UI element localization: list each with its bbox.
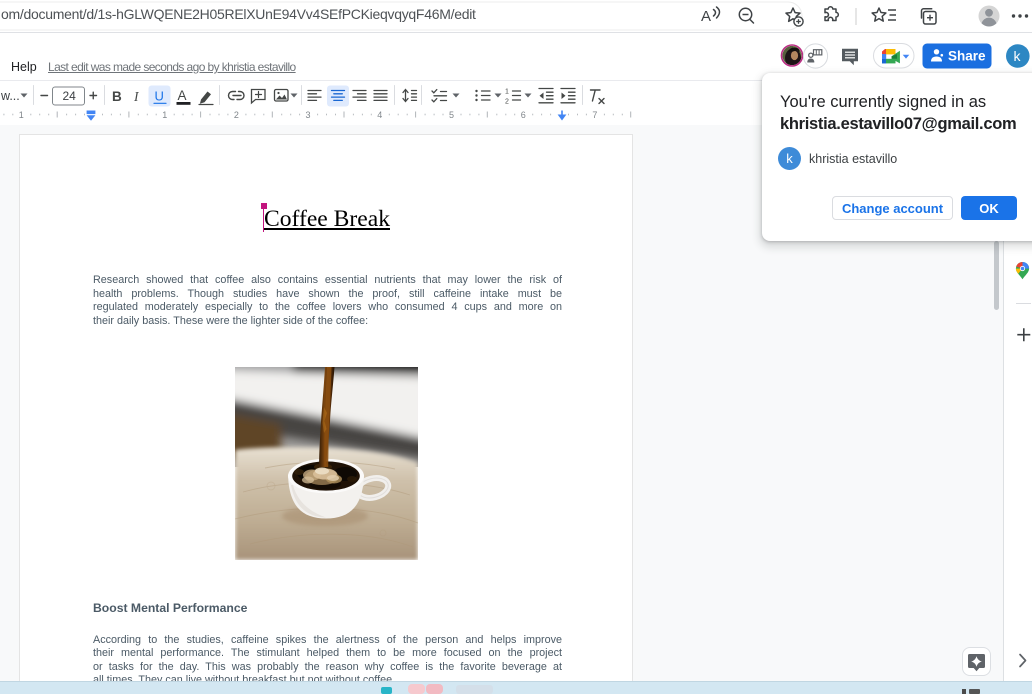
svg-text:2: 2 [505, 99, 509, 106]
svg-text:B: B [112, 89, 122, 104]
svg-text:Share: Share [948, 49, 986, 64]
svg-text:1: 1 [505, 89, 509, 96]
svg-text:U: U [155, 89, 164, 104]
svg-text:I: I [133, 89, 140, 104]
svg-text:24: 24 [63, 89, 77, 103]
svg-text:w...: w... [0, 89, 20, 103]
svg-text:A: A [701, 8, 711, 25]
svg-text:k: k [1014, 48, 1022, 64]
svg-text:A: A [178, 88, 187, 103]
